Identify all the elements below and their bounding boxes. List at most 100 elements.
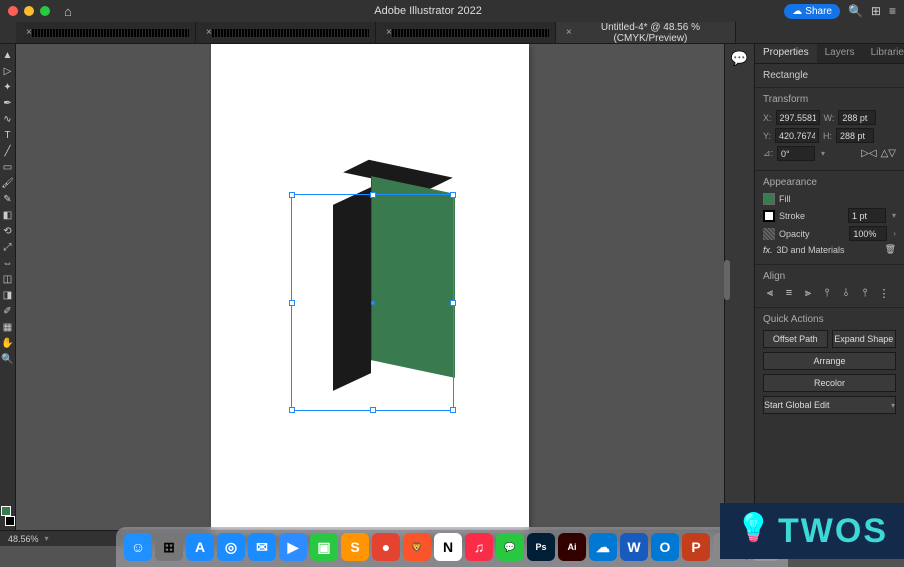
resize-handle[interactable] xyxy=(289,300,295,306)
dock-app-zoom[interactable]: ▶ xyxy=(279,533,307,561)
resize-handle[interactable] xyxy=(370,192,376,198)
workspace-icon[interactable]: ⊞ xyxy=(871,4,881,18)
distribute-icon[interactable]: ⋮ xyxy=(877,287,891,301)
tab-layers[interactable]: Layers xyxy=(817,44,863,63)
dock-app-launchpad[interactable]: ⊞ xyxy=(155,533,183,561)
fill-stroke-swatches[interactable] xyxy=(1,506,15,526)
eyedropper-tool[interactable]: ✐ xyxy=(1,304,15,318)
resize-handle[interactable] xyxy=(289,407,295,413)
trash-icon[interactable]: 🗑 xyxy=(885,244,896,255)
dock-app-notion[interactable]: N xyxy=(434,533,462,561)
resize-handle[interactable] xyxy=(289,192,295,198)
line-tool[interactable]: ╱ xyxy=(1,144,15,158)
stroke-color-swatch[interactable] xyxy=(763,210,775,222)
dock-app-appstore[interactable]: A xyxy=(186,533,214,561)
window-minimize-button[interactable] xyxy=(24,6,34,16)
effects-label[interactable]: 3D and Materials xyxy=(777,245,845,255)
resize-handle[interactable] xyxy=(450,192,456,198)
quick-actions-title: Quick Actions xyxy=(763,314,896,325)
dock-app-brave[interactable]: 🦁 xyxy=(403,533,431,561)
center-point[interactable] xyxy=(371,301,375,305)
home-icon[interactable]: ⌂ xyxy=(64,4,72,19)
stroke-weight-input[interactable] xyxy=(848,208,886,223)
zoom-level[interactable]: 48.56% xyxy=(8,534,39,544)
document-tab[interactable]: × xyxy=(376,22,556,43)
align-left-icon[interactable]: ⫷ xyxy=(763,287,777,301)
rotate-input[interactable] xyxy=(777,146,815,161)
selection-tool[interactable]: ▲ xyxy=(1,48,15,62)
dock-app-word[interactable]: W xyxy=(620,533,648,561)
arrange-button[interactable]: Arrange xyxy=(763,352,896,370)
macos-dock: ☺⊞A◎✉▶▣S●🦁N♫💬PsAi☁WOP⚙🗑 xyxy=(116,527,788,567)
dock-app-facetime[interactable]: ▣ xyxy=(310,533,338,561)
align-right-icon[interactable]: ⫸ xyxy=(801,287,815,301)
resize-handle[interactable] xyxy=(450,407,456,413)
artboard-tool[interactable]: ▦ xyxy=(1,320,15,334)
scale-tool[interactable]: ⤢ xyxy=(1,240,15,254)
curvature-tool[interactable]: ∿ xyxy=(1,112,15,126)
dock-app-finder[interactable]: ☺ xyxy=(124,533,152,561)
pen-tool[interactable]: ✒ xyxy=(1,96,15,110)
transform-x-input[interactable] xyxy=(776,110,820,125)
dock-app-todoist[interactable]: ● xyxy=(372,533,400,561)
opacity-swatch[interactable] xyxy=(763,228,775,240)
tab-properties[interactable]: Properties xyxy=(755,44,817,63)
dock-app-powerpoint[interactable]: P xyxy=(682,533,710,561)
dock-app-messages[interactable]: 💬 xyxy=(496,533,524,561)
dock-app-music[interactable]: ♫ xyxy=(465,533,493,561)
transform-w-input[interactable] xyxy=(838,110,876,125)
rectangle-tool[interactable]: ▭ xyxy=(1,160,15,174)
window-zoom-button[interactable] xyxy=(40,6,50,16)
zoom-tool[interactable]: 🔍 xyxy=(1,352,15,366)
resize-handle[interactable] xyxy=(450,300,456,306)
dock-app-outlook[interactable]: O xyxy=(651,533,679,561)
offset-path-button[interactable]: Offset Path xyxy=(763,330,828,348)
eraser-tool[interactable]: ◧ xyxy=(1,208,15,222)
rotate-tool[interactable]: ⟲ xyxy=(1,224,15,238)
flip-vertical-icon[interactable]: △▽ xyxy=(881,148,896,159)
align-top-icon[interactable]: ⫯ xyxy=(820,287,834,301)
vertical-scrollbar[interactable] xyxy=(724,260,730,300)
dock-app-onedrive[interactable]: ☁ xyxy=(589,533,617,561)
menu-icon[interactable]: ≡ xyxy=(889,4,896,18)
search-icon[interactable]: 🔍 xyxy=(848,4,863,18)
comments-icon[interactable]: 💬 xyxy=(731,50,748,67)
align-bottom-icon[interactable]: ⫯ xyxy=(858,287,872,301)
shape-builder-tool[interactable]: ◫ xyxy=(1,272,15,286)
transform-h-input[interactable] xyxy=(836,128,874,143)
shaper-tool[interactable]: ✎ xyxy=(1,192,15,206)
gradient-tool[interactable]: ◨ xyxy=(1,288,15,302)
width-tool[interactable]: ⇔ xyxy=(1,256,15,270)
document-tab[interactable]: × xyxy=(16,22,196,43)
hand-tool[interactable]: ✋ xyxy=(1,336,15,350)
stroke-swatch[interactable] xyxy=(5,516,15,526)
align-vcenter-icon[interactable]: ⫰ xyxy=(839,287,853,301)
transform-y-input[interactable] xyxy=(775,128,819,143)
flip-horizontal-icon[interactable]: ▷◁ xyxy=(861,148,876,159)
type-tool[interactable]: T xyxy=(1,128,15,142)
opacity-input[interactable] xyxy=(849,226,887,241)
document-tab-active[interactable]: × Untitled-4* @ 48.56 % (CMYK/Preview) xyxy=(556,22,736,43)
window-close-button[interactable] xyxy=(8,6,18,16)
align-hcenter-icon[interactable]: ≡ xyxy=(782,287,796,301)
brush-tool[interactable]: 🖌 xyxy=(1,176,15,190)
expand-shape-button[interactable]: Expand Shape xyxy=(832,330,897,348)
selection-bounding-box[interactable] xyxy=(291,194,454,411)
resize-handle[interactable] xyxy=(370,407,376,413)
share-button[interactable]: ☁ Share xyxy=(784,4,840,19)
fill-swatch[interactable] xyxy=(1,506,11,516)
tab-libraries[interactable]: Libraries xyxy=(863,44,904,63)
dock-app-illustrator[interactable]: Ai xyxy=(558,533,586,561)
wand-tool[interactable]: ✦ xyxy=(1,80,15,94)
recolor-button[interactable]: Recolor xyxy=(763,374,896,392)
canvas-area[interactable] xyxy=(16,44,724,534)
global-edit-button[interactable]: Start Global Edit▾ xyxy=(763,396,896,414)
dock-app-mail[interactable]: ✉ xyxy=(248,533,276,561)
dock-app-photoshop[interactable]: Ps xyxy=(527,533,555,561)
direct-selection-tool[interactable]: ▷ xyxy=(1,64,15,78)
artboard[interactable] xyxy=(211,44,529,534)
dock-app-sublime[interactable]: S xyxy=(341,533,369,561)
fill-color-swatch[interactable] xyxy=(763,193,775,205)
dock-app-safari[interactable]: ◎ xyxy=(217,533,245,561)
document-tab[interactable]: × xyxy=(196,22,376,43)
